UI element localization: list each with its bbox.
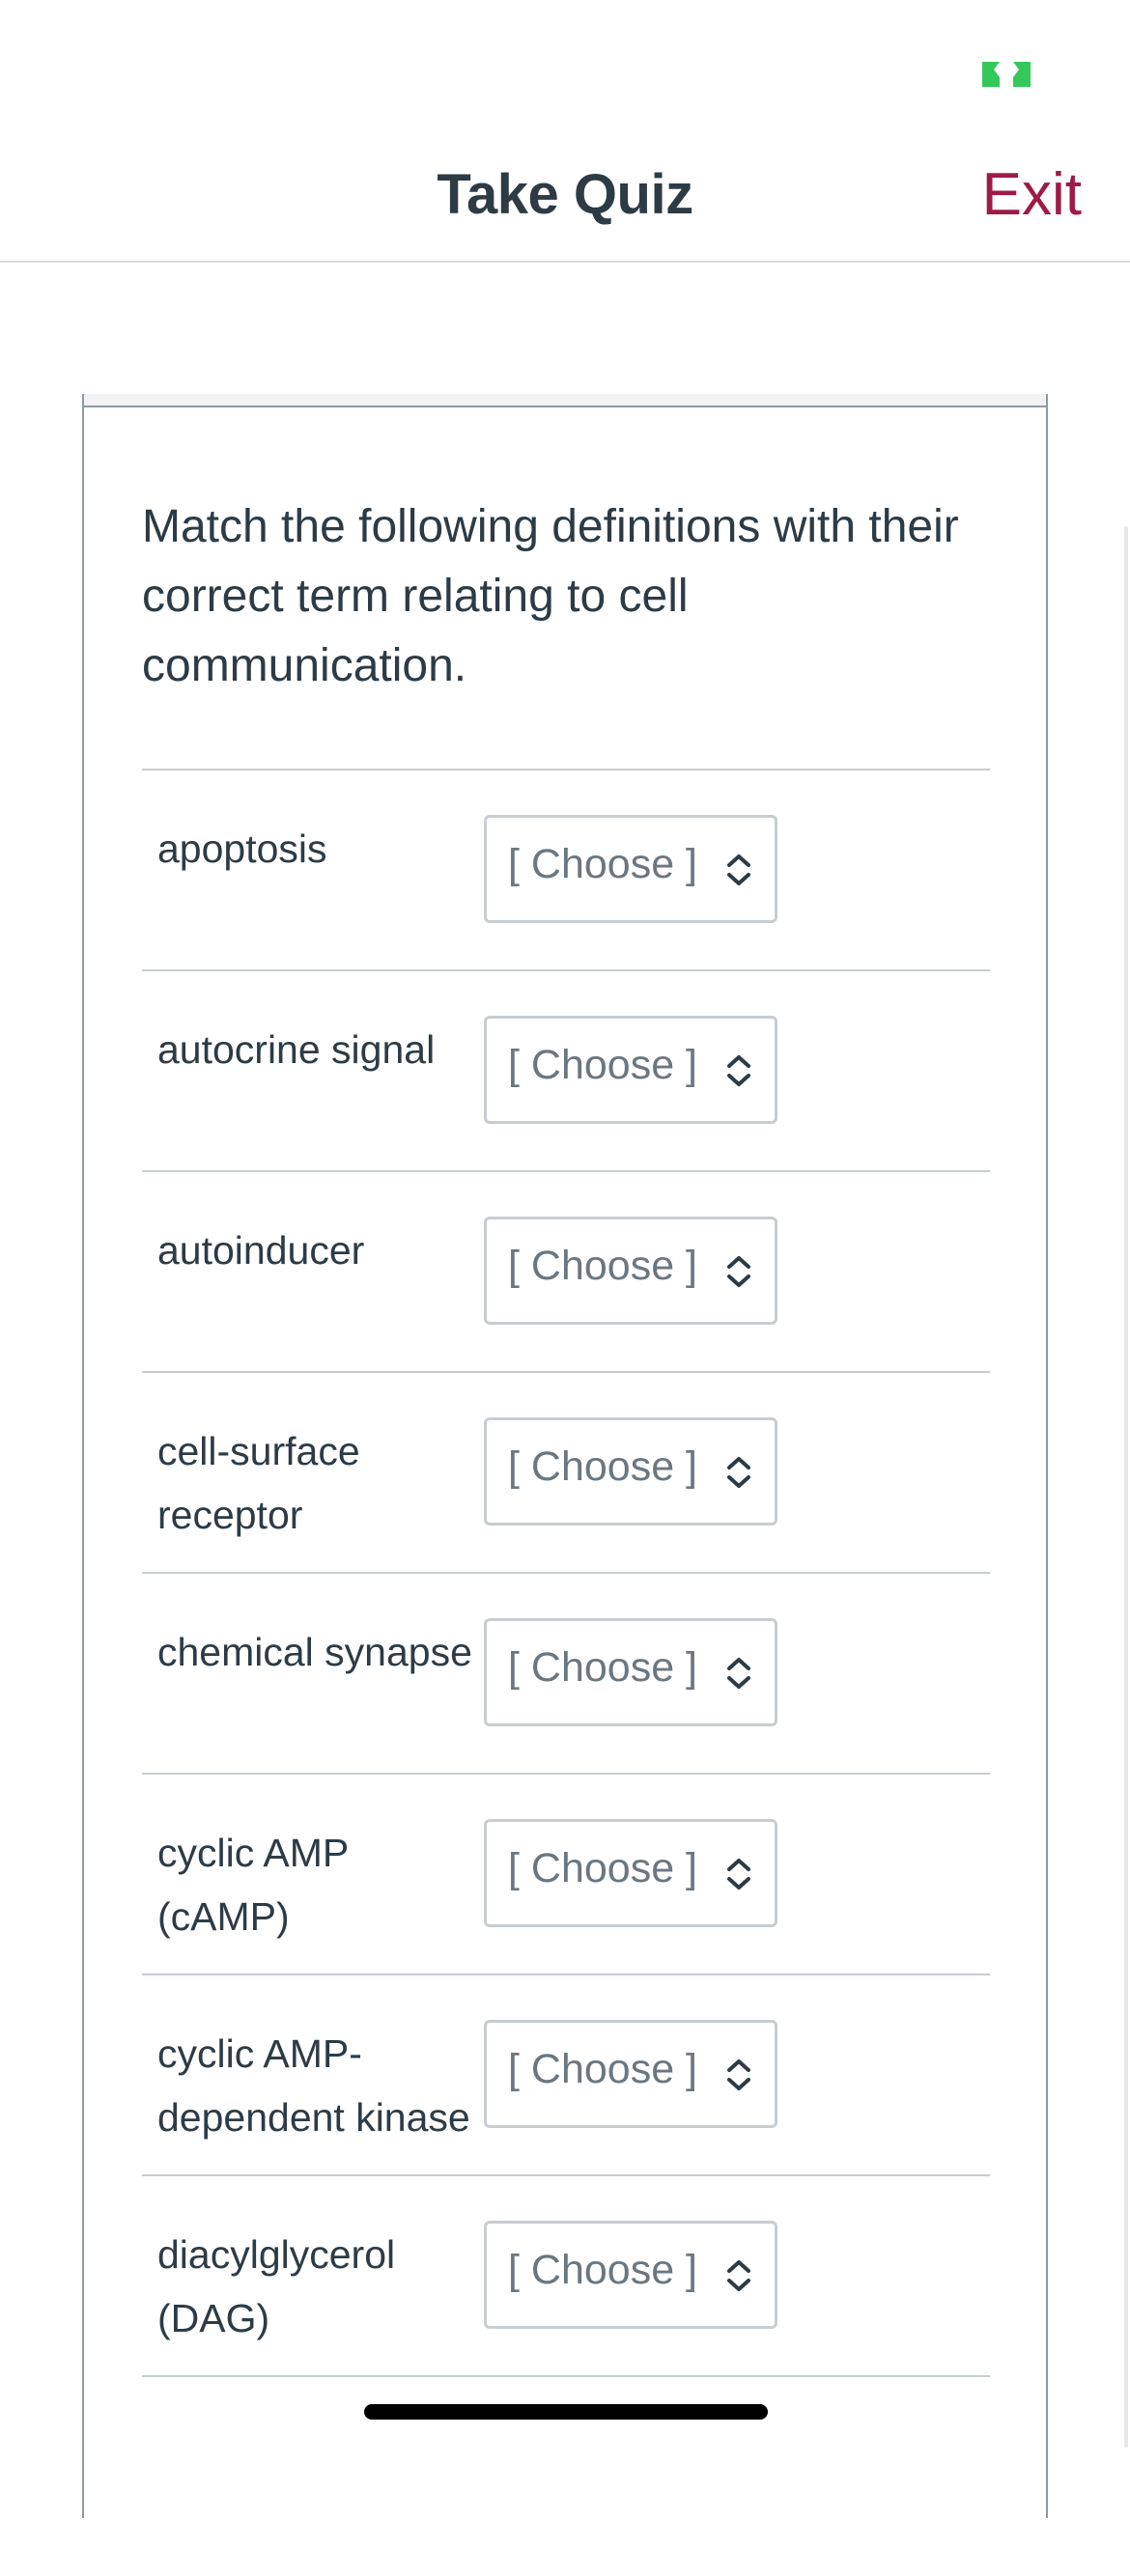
select-value: [ Choose ] bbox=[508, 1845, 697, 1891]
answer-select[interactable]: [ Choose ] bbox=[484, 2020, 777, 2128]
answer-select[interactable]: [ Choose ] bbox=[484, 1217, 777, 1325]
match-term: apoptosis bbox=[157, 826, 327, 871]
select-value: [ Choose ] bbox=[508, 1443, 697, 1490]
answer-select[interactable]: [ Choose ] bbox=[484, 1417, 777, 1526]
answer-select[interactable]: [ Choose ] bbox=[484, 815, 777, 923]
select-value: [ Choose ] bbox=[508, 1644, 697, 1691]
select-value: [ Choose ] bbox=[508, 2247, 697, 2293]
match-term: autocrine signal bbox=[157, 1027, 436, 1072]
exit-button[interactable]: Exit bbox=[982, 160, 1082, 229]
scrollbar[interactable] bbox=[1124, 526, 1128, 2448]
screen-mirroring-icon bbox=[982, 62, 1031, 87]
match-term: diacylglycerol (DAG) bbox=[157, 2232, 396, 2340]
home-indicator[interactable] bbox=[364, 2404, 768, 2420]
question-text: Match the following definitions with the… bbox=[142, 501, 959, 691]
chevron-up-down-icon bbox=[727, 1055, 750, 1086]
select-value: [ Choose ] bbox=[508, 2046, 697, 2092]
match-term: chemical synapse bbox=[157, 1630, 472, 1674]
match-term: cyclic AMP-dependent kinase bbox=[157, 2031, 470, 2140]
match-list: apoptosis [ Choose ] autocrine signal [ … bbox=[142, 769, 990, 2576]
quiz-header: Take Quiz Exit bbox=[0, 145, 1130, 263]
chevron-up-down-icon bbox=[727, 1457, 750, 1488]
chevron-up-down-icon bbox=[727, 1859, 750, 1890]
question-card-header bbox=[84, 394, 1046, 407]
match-term: autoinducer bbox=[157, 1228, 365, 1273]
match-row: autocrine signal [ Choose ] bbox=[142, 969, 990, 1170]
answer-select[interactable]: [ Choose ] bbox=[484, 1819, 777, 1927]
match-row: cyclic AMP (cAMP) [ Choose ] bbox=[142, 1773, 990, 1974]
match-row: apoptosis [ Choose ] bbox=[142, 769, 990, 969]
answer-select[interactable]: [ Choose ] bbox=[484, 1016, 777, 1124]
select-value: [ Choose ] bbox=[508, 841, 697, 887]
select-value: [ Choose ] bbox=[508, 1243, 697, 1289]
match-term: cell-surface receptor bbox=[157, 1429, 360, 1537]
match-row: cell-surface receptor [ Choose ] bbox=[142, 1371, 990, 1572]
chevron-up-down-icon bbox=[727, 2059, 750, 2090]
chevron-up-down-icon bbox=[727, 854, 750, 885]
answer-select[interactable]: [ Choose ] bbox=[484, 1618, 777, 1726]
select-value: [ Choose ] bbox=[508, 1042, 697, 1088]
match-row: diacylglycerol (DAG) [ Choose ] bbox=[142, 2174, 990, 2375]
page-title: Take Quiz bbox=[437, 163, 693, 226]
match-term: cyclic AMP (cAMP) bbox=[157, 1831, 349, 1939]
status-bar bbox=[0, 0, 1130, 145]
chevron-up-down-icon bbox=[727, 1658, 750, 1689]
chevron-up-down-icon bbox=[727, 2260, 750, 2291]
chevron-up-down-icon bbox=[727, 1256, 750, 1287]
match-row: autoinducer [ Choose ] bbox=[142, 1170, 990, 1371]
answer-select[interactable]: [ Choose ] bbox=[484, 2221, 777, 2329]
question-card: Match the following definitions with the… bbox=[82, 394, 1048, 2518]
match-row: chemical synapse [ Choose ] bbox=[142, 1572, 990, 1773]
match-row: cyclic AMP-dependent kinase [ Choose ] bbox=[142, 1974, 990, 2174]
